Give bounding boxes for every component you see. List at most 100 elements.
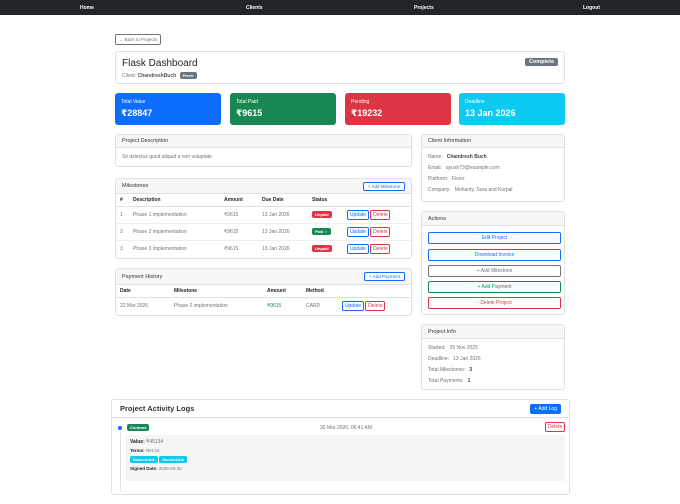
col-method: Method xyxy=(302,285,338,298)
stat-value: ₹28847 xyxy=(121,108,153,118)
platform-badge: Fiverr xyxy=(179,72,197,79)
delete-button[interactable]: Delete xyxy=(370,243,391,254)
card-header: Actions xyxy=(422,212,564,226)
table-header-row: Date Milestone Amount Method xyxy=(116,285,411,298)
table-row: 22 Mar 2026 Phase 2 implementation ₹9615… xyxy=(116,296,411,314)
row-amount: ₹9615 xyxy=(220,222,258,240)
row-due: 13 Jan 2026 xyxy=(258,239,308,257)
add-milestone-action-button[interactable]: + Add Milestone xyxy=(428,265,561,277)
client-company-row: Company: Mohanty, Sura and Korpal xyxy=(428,186,513,193)
stat-total-value: Total Value ₹28847 xyxy=(115,93,221,125)
stat-label: Total Value xyxy=(121,99,146,105)
row-milestone: Phase 2 implementation xyxy=(170,296,263,314)
back-to-projects-button[interactable]: ← Back to Projects xyxy=(115,34,161,45)
edit-project-button[interactable]: Edit Project xyxy=(428,232,561,244)
value-label: Value: xyxy=(130,439,145,445)
delete-button[interactable]: Delete xyxy=(370,209,391,220)
milestones-table: # Description Amount Due Date Status 1 P… xyxy=(116,194,411,257)
delete-project-button[interactable]: - Delete Project xyxy=(428,297,561,309)
project-description-card: Project Description Sit delectus quod al… xyxy=(115,134,412,167)
row-amount: ₹9615 xyxy=(220,205,258,223)
activity-logs-card: Project Activity Logs + Add Log Contract… xyxy=(111,399,570,495)
card-title: Project Info xyxy=(428,328,456,335)
card-title: Actions xyxy=(428,215,447,222)
status-badge: Unpaid xyxy=(312,211,332,218)
col-status: Status xyxy=(308,194,343,207)
col-due-date: Due Date xyxy=(258,194,308,207)
client-line: Client: ChandreshBuch Fiverr xyxy=(122,72,197,79)
card-header: Project Info xyxy=(422,325,564,339)
stat-label: Total Paid xyxy=(236,99,258,105)
col-milestone: Milestone xyxy=(170,285,263,298)
log-type-badge: Contract xyxy=(127,424,150,431)
payments-table: Date Milestone Amount Method 22 Mar 2026… xyxy=(116,285,411,314)
status-badge: Unpaid xyxy=(312,245,332,253)
add-milestone-button[interactable]: + Add Milestone xyxy=(363,181,405,191)
top-navbar: Home Clients Projects Logout xyxy=(0,0,680,15)
add-payment-button[interactable]: + Add Payment xyxy=(364,272,405,281)
source-link-badge[interactable]: SourceLink xyxy=(159,456,187,463)
status-badge: Complete xyxy=(524,58,558,66)
payment-history-card: Payment History + Add Payment Date Miles… xyxy=(115,268,412,316)
stat-pending: Pending ₹19232 xyxy=(345,93,451,125)
row-amount: ₹9615 xyxy=(220,239,258,257)
stat-value: ₹9615 xyxy=(236,108,263,118)
download-invoice-button[interactable]: Download Invoice xyxy=(428,249,561,261)
col-num: # xyxy=(116,194,129,207)
row-num: 3 xyxy=(116,239,129,257)
col-actions xyxy=(343,194,411,207)
table-row: 3 Phase 3 implementation ₹9615 13 Jan 20… xyxy=(116,239,411,257)
row-method: CARD xyxy=(302,296,338,314)
row-date: 22 Mar 2026 xyxy=(116,296,170,314)
table-row: 1 Phase 1 implementation ₹9615 13 Jan 20… xyxy=(116,205,411,223)
stat-label: Pending xyxy=(351,99,370,105)
log-timestamp: 30 Mar 2026, 06:41 AM xyxy=(320,425,372,431)
update-button[interactable]: Update xyxy=(347,226,369,237)
signed-label: Signed Date: xyxy=(130,466,158,471)
col-amount: Amount xyxy=(220,194,258,207)
card-title: Milestones xyxy=(122,183,149,189)
client-email-row: Email: ayush73@example.com xyxy=(428,164,500,171)
client-prefix: Client: xyxy=(122,73,137,79)
project-info-card: Project Info Started: 29 Nov 2025 Deadlin… xyxy=(421,324,565,390)
card-header: Project Activity Logs + Add Log xyxy=(112,400,569,418)
col-amount: Amount xyxy=(263,285,302,298)
log-value: ₹45134 xyxy=(146,439,164,445)
started-row: Started: 29 Nov 2025 xyxy=(428,344,478,351)
card-title: Project Description xyxy=(122,138,169,144)
client-name: ChandreshBuch xyxy=(137,73,177,79)
row-amount: ₹9615 xyxy=(263,296,302,314)
card-header: Payment History + Add Payment xyxy=(116,269,411,285)
nav-projects[interactable]: Projects xyxy=(414,5,434,11)
project-header-card: Flask Dashboard Client: ChandreshBuch Fi… xyxy=(115,51,565,84)
update-button[interactable]: Update xyxy=(342,300,364,311)
nav-clients[interactable]: Clients xyxy=(246,5,263,11)
terms-label: Terms: xyxy=(130,448,145,453)
add-log-button[interactable]: + Add Log xyxy=(530,403,561,414)
client-platform-row: Platform: Fiverr xyxy=(428,175,465,182)
card-header: Project Description xyxy=(116,135,411,148)
actions-card: Actions Edit Project Download Invoice + … xyxy=(421,211,565,315)
source-link-badge[interactable]: SourceLink xyxy=(130,456,158,463)
log-terms: Net-15 xyxy=(145,448,160,453)
deadline-row: Deadline: 13 Jan 2026 xyxy=(428,355,481,362)
add-payment-action-button[interactable]: + Add Payment xyxy=(428,281,561,293)
row-num: 2 xyxy=(116,222,129,240)
signed-date: 2026-03-30 xyxy=(158,466,182,471)
table-header-row: # Description Amount Due Date Status xyxy=(116,194,411,207)
update-button[interactable]: Update xyxy=(347,209,369,220)
delete-button[interactable]: Delete xyxy=(365,300,386,311)
client-information-card: Client Information Name: Chandresh Buch E… xyxy=(421,134,565,202)
page-title: Flask Dashboard xyxy=(122,58,198,69)
update-button[interactable]: Update xyxy=(347,243,369,254)
col-description: Description xyxy=(129,194,220,207)
total-payments-row: Total Payments: 1 xyxy=(428,377,471,384)
timeline-dot xyxy=(117,425,123,431)
nav-logout[interactable]: Logout xyxy=(583,5,600,11)
delete-log-button[interactable]: Delete xyxy=(545,422,565,432)
delete-button[interactable]: Delete xyxy=(370,226,391,237)
row-due: 13 Jan 2026 xyxy=(258,222,308,240)
status-badge: Paid ✓ xyxy=(312,228,331,235)
col-date: Date xyxy=(116,285,170,298)
nav-home[interactable]: Home xyxy=(80,5,94,11)
